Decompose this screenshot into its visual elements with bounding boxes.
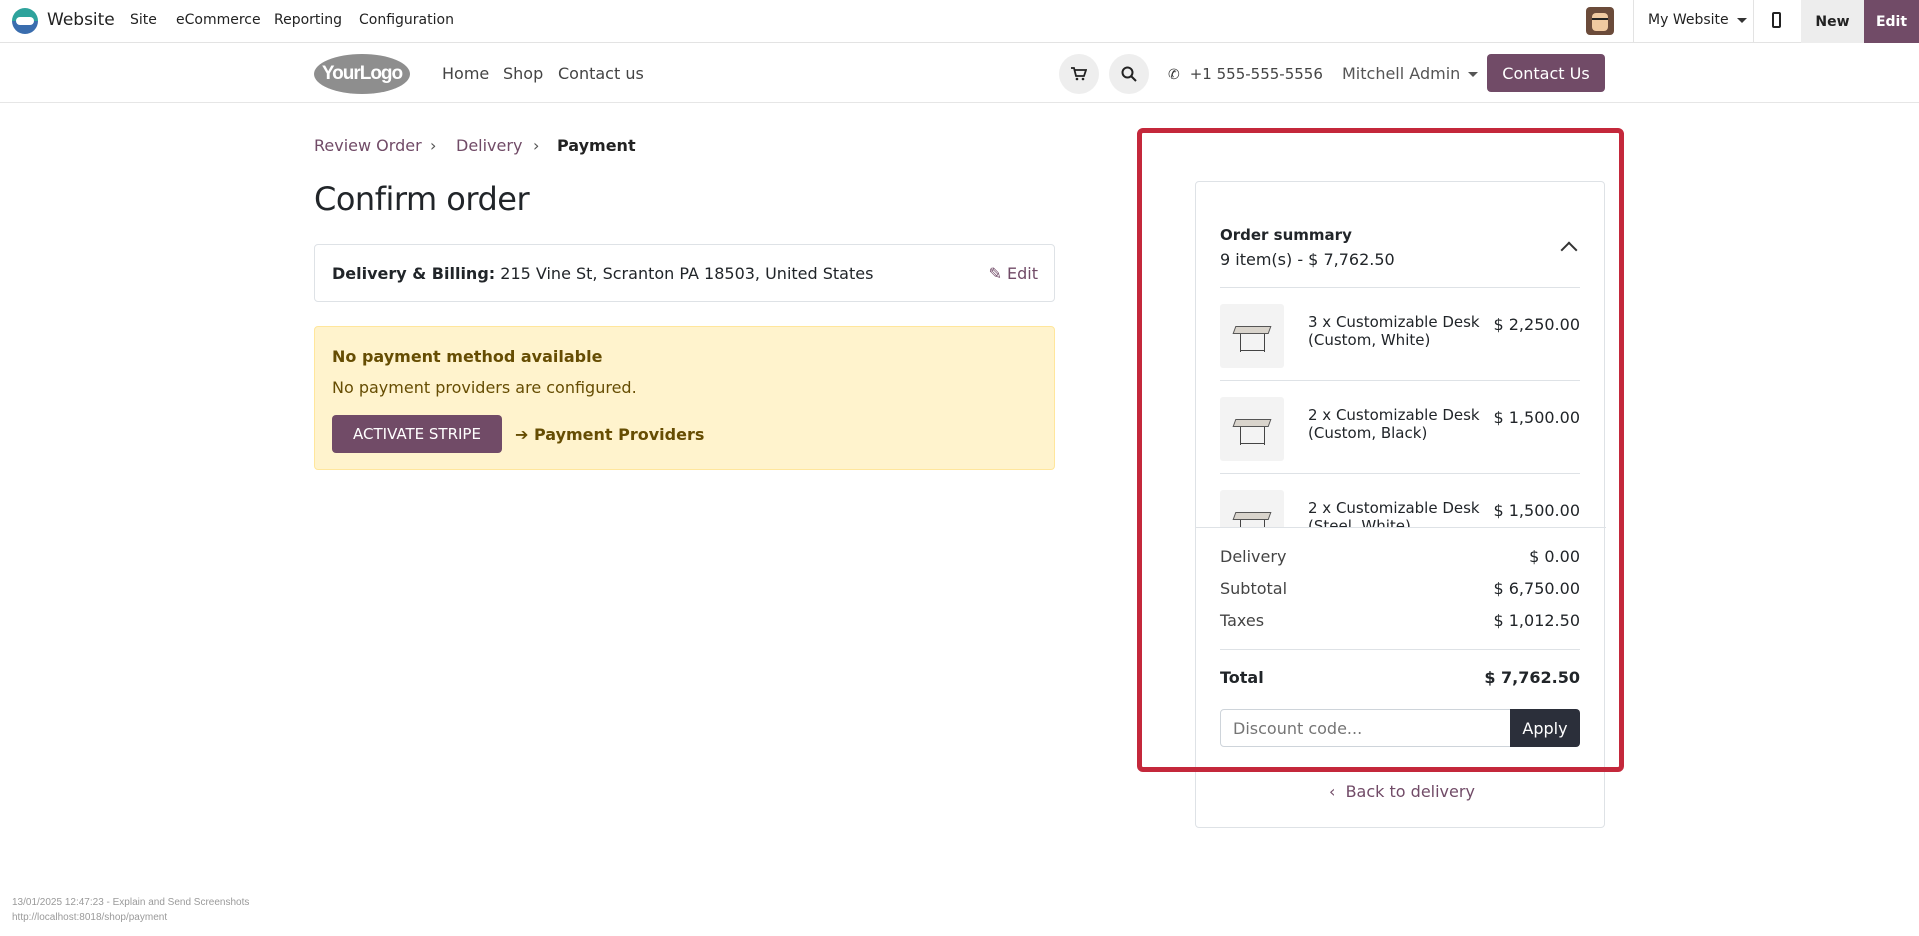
menu-configuration[interactable]: Configuration [359,12,454,28]
no-payment-alert: No payment method available No payment p… [314,326,1055,470]
phone-icon: ✆ [1168,67,1180,83]
caret-down-icon [1736,17,1747,23]
separator [1753,0,1754,43]
chevron-right-icon: › [430,136,437,155]
breadcrumb-review-order[interactable]: Review Order [314,136,422,155]
search-icon [1121,66,1137,82]
billing-address-card: Delivery & Billing: 215 Vine St, Scranto… [314,244,1055,302]
app-name[interactable]: Website [47,10,115,30]
billing-label: Delivery & Billing: [332,264,496,283]
caret-down-icon [1468,72,1479,77]
phone-label: +1 555-555-5556 [1189,65,1323,83]
nav-shop[interactable]: Shop [503,64,543,83]
screenshot-timestamp: 13/01/2025 12:47:23 - Explain and Send S… [12,897,250,908]
separator [1633,0,1634,43]
phone-number[interactable]: ✆ +1 555-555-5556 [1168,65,1323,83]
breadcrumb-payment: Payment [557,136,636,155]
chevron-left-icon: ‹ [1329,782,1336,801]
user-avatar[interactable] [1586,7,1614,35]
site-header: YourLogo Home Shop Contact us ✆ +1 555-55… [0,44,1919,103]
page-title: Confirm order [314,180,530,218]
menu-site[interactable]: Site [130,12,157,28]
activate-stripe-button[interactable]: ACTIVATE STRIPE [332,415,502,453]
cart-button[interactable] [1059,54,1099,94]
website-selector-label: My Website [1648,12,1729,28]
back-label: Back to delivery [1345,782,1475,801]
alert-text: No payment providers are configured. [332,378,637,397]
odoo-app-icon[interactable] [12,8,38,34]
user-menu[interactable]: Mitchell Admin [1342,64,1479,83]
contact-us-button[interactable]: Contact Us [1487,54,1605,92]
edit-label: Edit [1007,264,1038,283]
back-to-delivery-link[interactable]: ‹ Back to delivery [1329,782,1475,801]
mobile-preview-icon[interactable] [1772,12,1781,28]
menu-ecommerce[interactable]: eCommerce [176,12,261,28]
edit-button[interactable]: Edit [1864,0,1919,43]
screenshot-url: http://localhost:8018/shop/payment [12,912,168,923]
search-button[interactable] [1109,54,1149,94]
billing-text: Delivery & Billing: 215 Vine St, Scranto… [332,264,873,283]
menu-reporting[interactable]: Reporting [274,12,342,28]
nav-contact-us[interactable]: Contact us [558,64,644,83]
payment-providers-link[interactable]: ➔ Payment Providers [515,425,704,444]
new-button[interactable]: New [1801,0,1864,43]
alert-title: No payment method available [332,347,603,366]
cart-icon [1071,67,1087,81]
admin-bar: Website Site eCommerce Reporting Configu… [0,0,1919,43]
breadcrumb-delivery[interactable]: Delivery [456,136,522,155]
pencil-icon: ✎ [988,264,1002,283]
site-logo[interactable]: YourLogo [314,54,410,94]
website-selector[interactable]: My Website [1648,12,1747,28]
highlight-frame [1137,128,1624,772]
nav-home[interactable]: Home [442,64,489,83]
user-name: Mitchell Admin [1342,64,1461,83]
edit-address-link[interactable]: ✎ Edit [989,264,1038,283]
chevron-right-icon: › [533,136,540,155]
billing-address: 215 Vine St, Scranton PA 18503, United S… [500,264,874,283]
